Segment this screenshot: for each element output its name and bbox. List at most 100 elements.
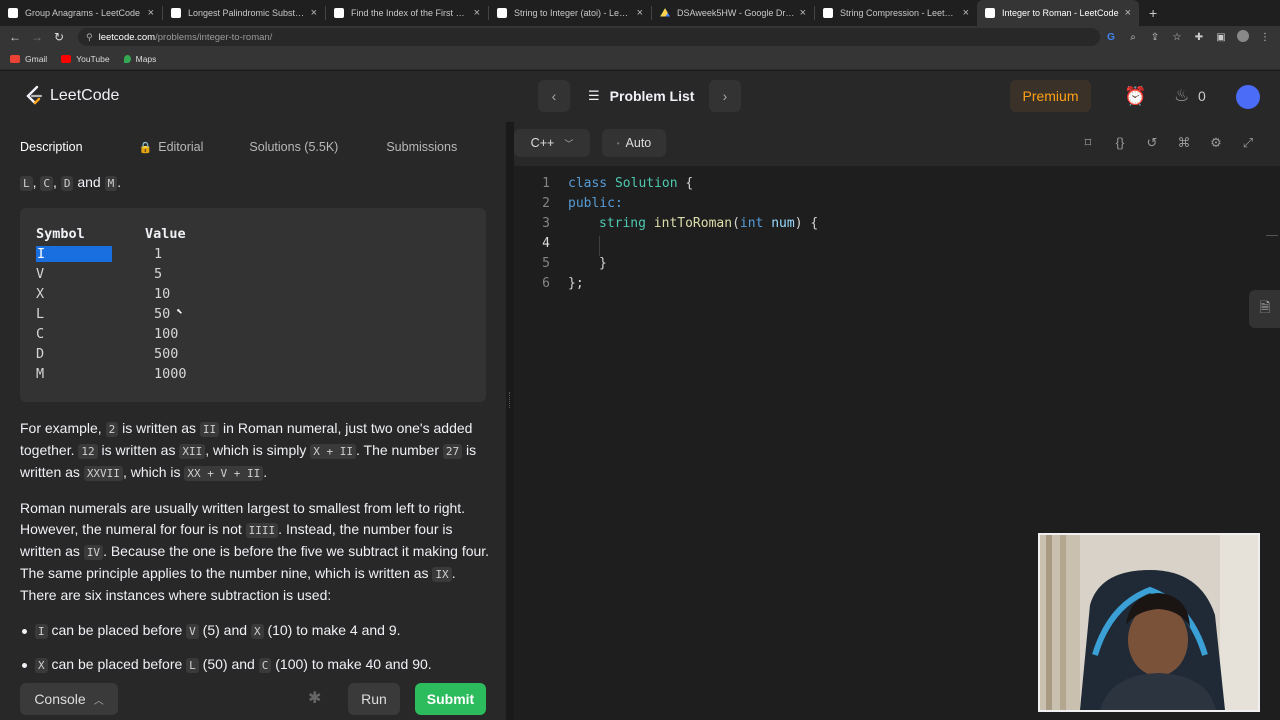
- shortcuts-icon[interactable]: ⌘: [1175, 135, 1193, 151]
- tab-title: Longest Palindromic Substring: [188, 8, 307, 18]
- new-tab-icon[interactable]: +: [1149, 5, 1157, 21]
- leetcode-logo[interactable]: LeetCode: [24, 85, 119, 107]
- tab-description[interactable]: Description: [0, 140, 83, 154]
- code-token: class: [568, 176, 608, 191]
- extensions-icon[interactable]: ✚: [1188, 32, 1210, 43]
- debug-icon[interactable]: ✱: [308, 688, 321, 708]
- streak-flame-icon[interactable]: ♨: [1174, 86, 1189, 106]
- browser-tab[interactable]: Group Anagrams - LeetCode ×: [0, 0, 162, 26]
- bookmark-youtube[interactable]: YouTube: [61, 54, 110, 64]
- side-panel-icon[interactable]: ▣: [1210, 32, 1232, 43]
- run-button[interactable]: Run: [348, 683, 400, 715]
- bookmark-star-icon[interactable]: ☆: [1166, 32, 1188, 43]
- browser-tab-active[interactable]: Integer to Roman - LeetCode ×: [977, 0, 1139, 26]
- format-braces-icon[interactable]: {}: [1111, 135, 1129, 150]
- prev-problem-button[interactable]: ‹: [538, 80, 570, 112]
- forward-icon[interactable]: →: [26, 30, 48, 44]
- dot-icon: •: [616, 138, 620, 148]
- file-icon: 🗎: [1259, 299, 1271, 315]
- intro-tail: L, C, D and M.: [20, 172, 490, 194]
- inline-code: V: [186, 624, 199, 639]
- browser-tab[interactable]: Find the Index of the First Occ ×: [326, 0, 488, 26]
- inline-code: II: [199, 422, 220, 437]
- description-panel: Description 🔒 Editorial Solutions (5.5K) …: [0, 122, 506, 720]
- back-icon[interactable]: ←: [4, 30, 26, 44]
- code-token: public:: [568, 196, 623, 211]
- browser-tab[interactable]: String Compression - LeetCode ×: [815, 0, 977, 26]
- bookmark-gmail[interactable]: Gmail: [10, 54, 47, 64]
- premium-button[interactable]: Premium: [1010, 80, 1091, 112]
- text: can be placed before: [47, 656, 187, 672]
- table-cell-value: 1: [154, 246, 163, 262]
- text: (50) and: [198, 656, 259, 672]
- url-path: /problems/integer-to-roman/: [155, 31, 273, 43]
- problem-description: L, C, D and M. Symbol Value I 1 V 5 X 10…: [0, 172, 506, 676]
- inline-code: L: [20, 176, 33, 191]
- chevron-up-icon: ︿: [93, 695, 104, 707]
- problem-list-button[interactable]: ☰ Problem List: [588, 88, 694, 104]
- text: (100) to make 40 and 90.: [271, 656, 432, 672]
- notes-side-button[interactable]: 🗎: [1249, 290, 1280, 328]
- browser-tab[interactable]: String to Integer (atoi) - LeetC ×: [489, 0, 651, 26]
- alarm-clock-icon[interactable]: ⏰: [1124, 86, 1146, 107]
- language-select[interactable]: C++ ﹀: [514, 129, 590, 157]
- console-button[interactable]: Console ︿: [20, 683, 118, 715]
- settings-gear-icon[interactable]: ⚙: [1207, 135, 1225, 151]
- gmail-icon: [10, 54, 20, 63]
- code-token: Solution: [614, 176, 678, 191]
- inline-code: X + II: [310, 444, 356, 459]
- text: can be placed before: [47, 622, 187, 638]
- tab-title: Group Anagrams - LeetCode: [25, 8, 141, 18]
- tab-editorial[interactable]: 🔒 Editorial: [119, 140, 204, 154]
- tab-solutions[interactable]: Solutions (5.5K): [229, 140, 338, 154]
- inline-code: XII: [179, 444, 206, 459]
- fullscreen-icon[interactable]: ⤢: [1239, 135, 1257, 151]
- inline-code: XX + V + II: [184, 466, 264, 481]
- browser-tab[interactable]: Longest Palindromic Substring ×: [163, 0, 325, 26]
- tab-title: Find the Index of the First Occ: [351, 8, 470, 18]
- close-tab-icon[interactable]: ×: [637, 7, 643, 19]
- leetcode-favicon-icon: [334, 8, 344, 18]
- user-avatar-icon[interactable]: [1236, 85, 1260, 109]
- browser-tab[interactable]: DSAweek5HW - Google Drive ×: [652, 0, 814, 26]
- text: .: [117, 174, 122, 190]
- bullet-dot: [22, 628, 27, 634]
- close-tab-icon[interactable]: ×: [1125, 7, 1131, 19]
- close-tab-icon[interactable]: ×: [311, 7, 317, 19]
- google-icon[interactable]: G: [1100, 32, 1122, 43]
- auto-mode-button[interactable]: • Auto: [602, 129, 666, 157]
- inline-code: 27: [442, 444, 463, 459]
- next-problem-button[interactable]: ›: [709, 80, 741, 112]
- table-cell-symbol: V: [36, 266, 45, 282]
- code-token: num: [771, 216, 795, 231]
- table-cell-value: 1000: [154, 366, 187, 382]
- reload-icon[interactable]: ↻: [48, 30, 70, 44]
- bookmark-icon[interactable]: ⌑: [1079, 135, 1097, 151]
- panel-resizer[interactable]: [506, 122, 514, 720]
- logo-text: LeetCode: [50, 87, 120, 104]
- tab-title: String Compression - LeetCode: [840, 8, 959, 18]
- mouse-cursor-icon: ⬉: [176, 305, 183, 318]
- share-icon[interactable]: ⇪: [1144, 32, 1166, 43]
- site-info-icon[interactable]: ⚲: [86, 32, 93, 43]
- submit-button[interactable]: Submit: [415, 683, 486, 715]
- text: and: [77, 174, 101, 190]
- menu-icon[interactable]: ⋮: [1254, 32, 1276, 43]
- profile-avatar-icon[interactable]: [1232, 29, 1254, 45]
- bookmark-maps[interactable]: Maps: [123, 54, 156, 64]
- close-tab-icon[interactable]: ×: [800, 7, 806, 19]
- close-tab-icon[interactable]: ×: [474, 7, 480, 19]
- tab-submissions[interactable]: Submissions: [364, 140, 457, 154]
- text: , which is: [122, 464, 185, 480]
- chevron-left-icon: ‹: [551, 88, 557, 104]
- resizer-grip[interactable]: [509, 392, 511, 408]
- browser-tab-strip: Group Anagrams - LeetCode × Longest Palin…: [0, 0, 1280, 26]
- url-field[interactable]: ⚲ leetcode.com/problems/integer-to-roman…: [78, 28, 1100, 46]
- table-header-value: Value: [145, 226, 186, 242]
- zoom-icon[interactable]: ⌕: [1122, 32, 1144, 43]
- problem-list-label: Problem List: [609, 88, 695, 104]
- close-tab-icon[interactable]: ×: [148, 7, 154, 19]
- reset-icon[interactable]: ↺: [1143, 135, 1161, 151]
- close-tab-icon[interactable]: ×: [963, 7, 969, 19]
- code-token: };: [568, 276, 584, 291]
